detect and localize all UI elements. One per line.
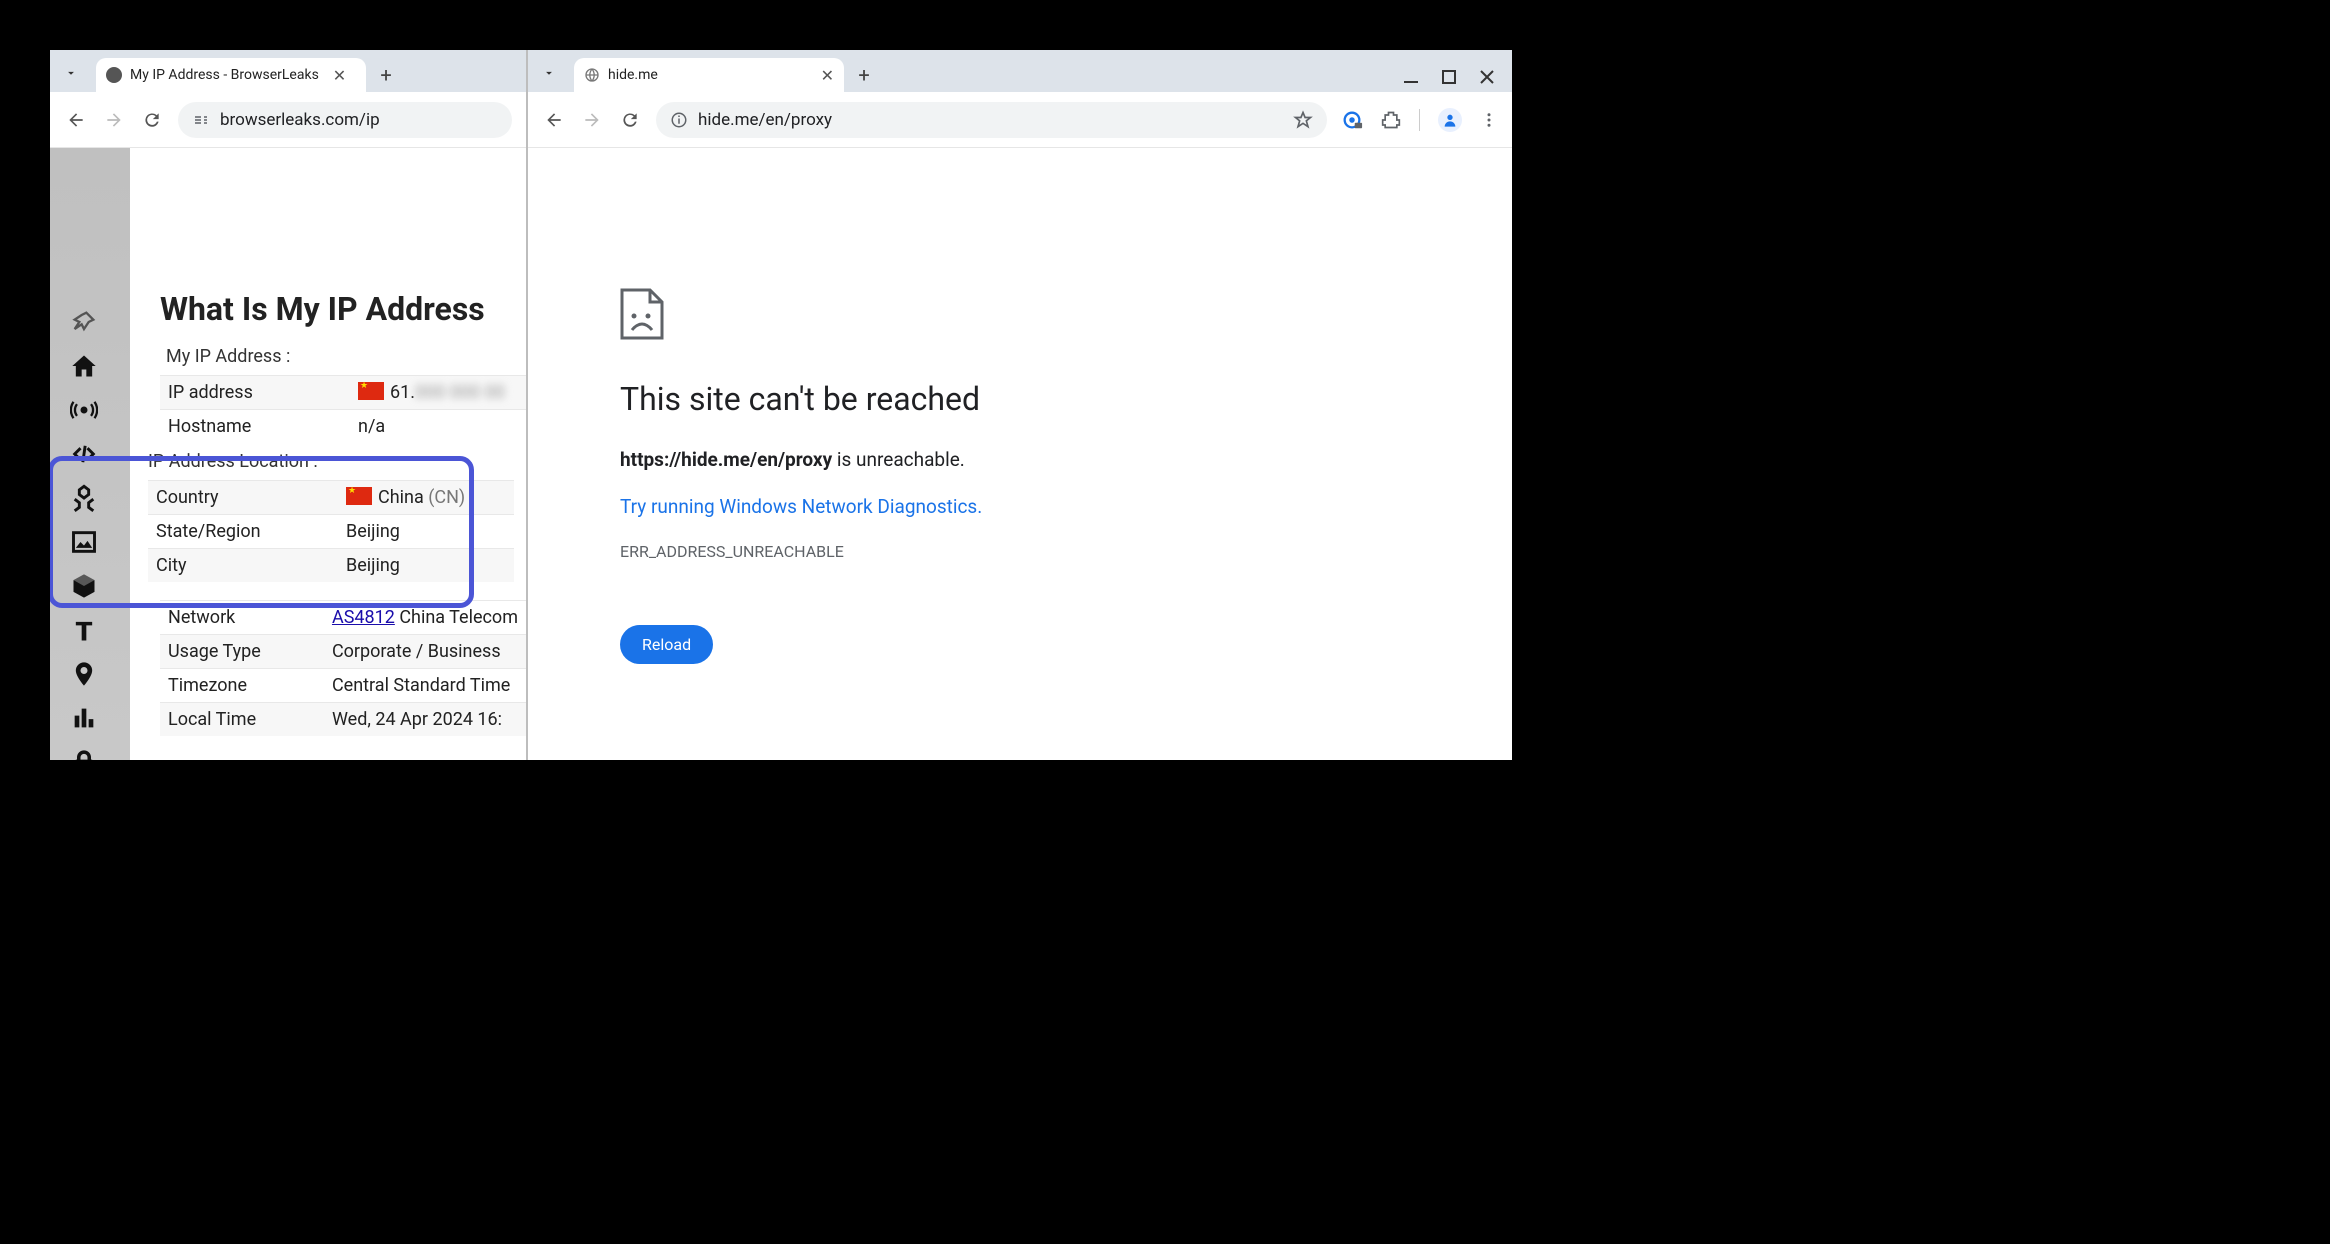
- favicon-icon: [106, 67, 122, 83]
- code-icon[interactable]: [70, 440, 98, 468]
- divider: [1419, 109, 1420, 131]
- table-row: Timezone Central Standard Time: [160, 669, 526, 703]
- forward-button[interactable]: [102, 108, 126, 132]
- maximize-button[interactable]: [1442, 70, 1456, 84]
- toolbar: hide.me/en/proxy: [528, 92, 1512, 148]
- extra-table: Network AS4812 China Telecom Usage Type …: [160, 600, 526, 736]
- profile-avatar[interactable]: [1438, 108, 1462, 132]
- tz-value: Central Standard Time: [324, 669, 526, 703]
- window-controls: [1404, 70, 1494, 84]
- reload-page-button[interactable]: Reload: [620, 625, 713, 664]
- cube-icon[interactable]: [70, 572, 98, 600]
- flag-icon: [346, 487, 372, 505]
- tab-search-dropdown[interactable]: [536, 60, 562, 86]
- table-row: City Beijing: [148, 549, 514, 583]
- text-icon[interactable]: [70, 616, 98, 644]
- tab-title: My IP Address - BrowserLeaks: [130, 67, 319, 83]
- reload-button[interactable]: [618, 108, 642, 132]
- city-key: City: [148, 549, 338, 583]
- browser-window-right: hide.me ✕ +: [528, 50, 1512, 760]
- browser-window-left: My IP Address - BrowserLeaks ✕ + browser…: [50, 50, 528, 760]
- globe-icon: [584, 67, 600, 83]
- city-value: Beijing: [338, 549, 514, 583]
- table-row: Hostname n/a: [160, 410, 526, 444]
- error-code: ERR_ADDRESS_UNREACHABLE: [620, 542, 1432, 561]
- state-key: State/Region: [148, 515, 338, 549]
- table-row: State/Region Beijing: [148, 515, 514, 549]
- canvas-icon[interactable]: [70, 484, 98, 512]
- section-location-label: IP Address Location :: [148, 451, 526, 472]
- table-row: Country China (CN): [148, 481, 514, 515]
- asn-link[interactable]: AS4812: [332, 607, 395, 628]
- tab-search-dropdown[interactable]: [58, 60, 84, 86]
- side-nav: [50, 318, 118, 760]
- diagnostics-link[interactable]: Try running Windows Network Diagnostics.: [620, 495, 1432, 518]
- tab-strip: My IP Address - BrowserLeaks ✕ +: [50, 50, 526, 92]
- error-message: https://hide.me/en/proxy is unreachable.: [620, 448, 1432, 471]
- menu-icon[interactable]: [1480, 111, 1498, 129]
- toolbar: browserleaks.com/ip: [50, 92, 526, 148]
- hostname-value: n/a: [350, 410, 526, 444]
- network-key: Network: [160, 601, 324, 635]
- flag-icon: [358, 382, 384, 400]
- hostname-key: Hostname: [160, 410, 350, 444]
- country-value: China (CN): [338, 481, 514, 515]
- ip-value: 61.000 000 00: [350, 376, 526, 410]
- error-title: This site can't be reached: [620, 380, 1432, 418]
- new-tab-button[interactable]: +: [850, 61, 878, 89]
- page-content-left: BRowseRLeaks: [50, 148, 526, 760]
- country-key: Country: [148, 481, 338, 515]
- tab-title: hide.me: [608, 67, 658, 83]
- address-bar[interactable]: browserleaks.com/ip: [178, 102, 512, 138]
- close-tab-icon[interactable]: ✕: [333, 66, 346, 85]
- home-icon[interactable]: [70, 352, 98, 380]
- tab-active[interactable]: My IP Address - BrowserLeaks ✕: [96, 58, 366, 92]
- lock-icon[interactable]: [70, 748, 98, 760]
- usage-value: Corporate / Business: [324, 635, 526, 669]
- image-icon[interactable]: [70, 528, 98, 556]
- page-content-right: This site can't be reached https://hide.…: [528, 148, 1512, 760]
- extensions-icon[interactable]: [1381, 110, 1401, 130]
- usage-key: Usage Type: [160, 635, 324, 669]
- state-value: Beijing: [338, 515, 514, 549]
- close-window-button[interactable]: [1480, 70, 1494, 84]
- chart-icon[interactable]: [70, 704, 98, 732]
- ip-key: IP address: [160, 376, 350, 410]
- tz-key: Timezone: [160, 669, 324, 703]
- bookmark-icon[interactable]: [1293, 110, 1313, 130]
- reload-button[interactable]: [140, 108, 164, 132]
- section-my-ip-label: My IP Address :: [166, 346, 526, 367]
- location-icon[interactable]: [70, 660, 98, 688]
- page-heading: What Is My IP Address: [160, 290, 526, 328]
- url-text: hide.me/en/proxy: [698, 110, 832, 130]
- site-settings-icon[interactable]: [192, 111, 210, 129]
- table-row: Local Time Wed, 24 Apr 2024 16:: [160, 703, 526, 737]
- network-value: AS4812 China Telecom: [324, 601, 526, 635]
- broadcast-icon[interactable]: [70, 396, 98, 424]
- local-value: Wed, 24 Apr 2024 16:: [324, 703, 526, 737]
- info-icon[interactable]: [670, 111, 688, 129]
- error-page-icon: [620, 288, 1432, 340]
- tab-active[interactable]: hide.me ✕: [574, 58, 844, 92]
- pin-icon[interactable]: [70, 308, 98, 336]
- table-row: IP address 61.000 000 00: [160, 376, 526, 410]
- location-table: Country China (CN) State/Region Beijing …: [148, 480, 514, 582]
- new-tab-button[interactable]: +: [372, 61, 400, 89]
- ip-table: IP address 61.000 000 00 Hostname n/a: [160, 375, 526, 443]
- back-button[interactable]: [542, 108, 566, 132]
- forward-button[interactable]: [580, 108, 604, 132]
- minimize-button[interactable]: [1404, 70, 1418, 84]
- extension-eye-icon[interactable]: [1341, 109, 1363, 131]
- table-row: Network AS4812 China Telecom: [160, 601, 526, 635]
- tab-strip: hide.me ✕ +: [528, 50, 1512, 92]
- url-text: browserleaks.com/ip: [220, 110, 380, 130]
- address-bar[interactable]: hide.me/en/proxy: [656, 102, 1327, 138]
- close-tab-icon[interactable]: ✕: [821, 66, 834, 85]
- local-key: Local Time: [160, 703, 324, 737]
- back-button[interactable]: [64, 108, 88, 132]
- table-row: Usage Type Corporate / Business: [160, 635, 526, 669]
